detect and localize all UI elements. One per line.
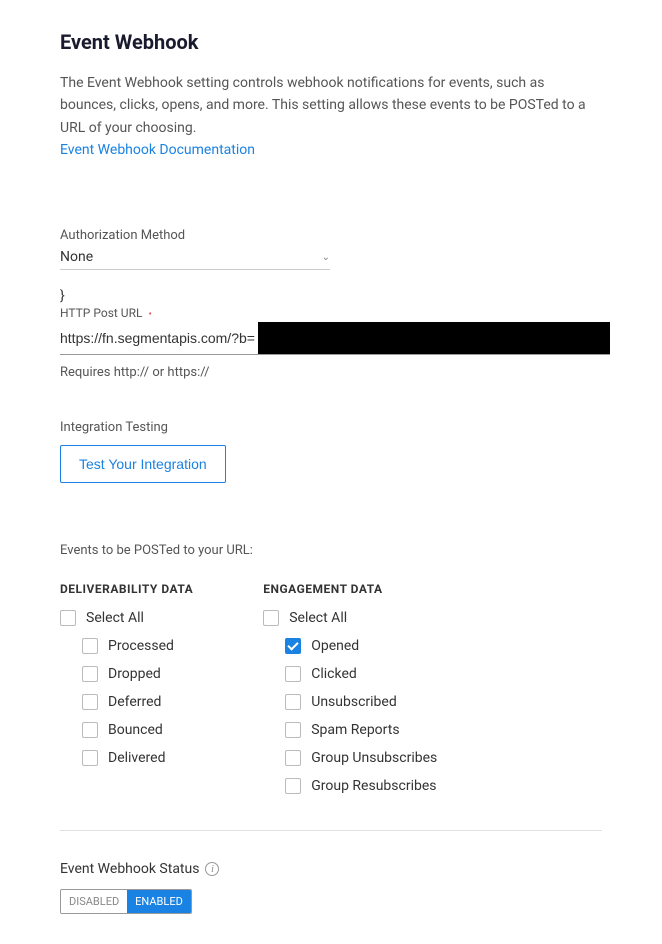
auth-method-value: None (60, 249, 93, 265)
deliverability-item-label: Deferred (108, 694, 161, 710)
integration-testing-label: Integration Testing (60, 420, 602, 435)
brace-text: } (60, 288, 602, 304)
engagement-column: ENGAGEMENT DATA Select All Opened Clicked… (263, 582, 437, 806)
deliverability-item-checkbox[interactable] (82, 722, 98, 738)
engagement-header: ENGAGEMENT DATA (263, 582, 437, 596)
deliverability-select-all-checkbox[interactable] (60, 610, 76, 626)
http-post-url-input[interactable] (60, 322, 258, 354)
test-integration-button[interactable]: Test Your Integration (60, 445, 226, 483)
page-description: The Event Webhook setting controls webho… (60, 72, 602, 139)
deliverability-column: DELIVERABILITY DATA Select All Processed… (60, 582, 193, 806)
webhook-status-label: Event Webhook Status (60, 861, 199, 877)
engagement-item-label: Opened (311, 638, 359, 654)
deliverability-item-checkbox[interactable] (82, 638, 98, 654)
engagement-item-checkbox[interactable] (285, 778, 301, 794)
url-helper-text: Requires http:// or https:// (60, 365, 602, 380)
page-title: Event Webhook (60, 30, 602, 54)
toggle-disabled[interactable]: DISABLED (61, 890, 127, 913)
info-icon[interactable]: i (205, 862, 219, 876)
auth-method-label: Authorization Method (60, 228, 602, 243)
events-intro: Events to be POSTed to your URL: (60, 543, 602, 558)
engagement-item-label: Group Unsubscribes (311, 750, 437, 766)
engagement-item-checkbox[interactable] (285, 666, 301, 682)
http-post-url-label: HTTP Post URL (60, 306, 142, 320)
deliverability-item-label: Processed (108, 638, 174, 654)
deliverability-item-checkbox[interactable] (82, 694, 98, 710)
deliverability-item-checkbox[interactable] (82, 750, 98, 766)
engagement-item-checkbox[interactable] (285, 750, 301, 766)
engagement-item-checkbox[interactable] (285, 638, 301, 654)
doc-link[interactable]: Event Webhook Documentation (60, 142, 255, 158)
engagement-item-label: Unsubscribed (311, 694, 397, 710)
redacted-block (258, 322, 610, 354)
engagement-item-label: Clicked (311, 666, 357, 682)
engagement-item-label: Spam Reports (311, 722, 399, 738)
status-toggle[interactable]: DISABLED ENABLED (60, 889, 192, 914)
engagement-select-all-label: Select All (289, 610, 347, 626)
required-indicator: • (148, 309, 151, 320)
engagement-item-checkbox[interactable] (285, 722, 301, 738)
engagement-select-all-checkbox[interactable] (263, 610, 279, 626)
deliverability-item-label: Delivered (108, 750, 165, 766)
divider (60, 830, 602, 831)
toggle-enabled[interactable]: ENABLED (127, 890, 191, 913)
deliverability-item-label: Bounced (108, 722, 163, 738)
deliverability-header: DELIVERABILITY DATA (60, 582, 193, 596)
deliverability-item-label: Dropped (108, 666, 161, 682)
engagement-item-checkbox[interactable] (285, 694, 301, 710)
chevron-down-icon: ⌄ (322, 252, 330, 263)
deliverability-item-checkbox[interactable] (82, 666, 98, 682)
auth-method-select[interactable]: None ⌄ (60, 245, 330, 270)
engagement-item-label: Group Resubscribes (311, 778, 436, 794)
deliverability-select-all-label: Select All (86, 610, 144, 626)
